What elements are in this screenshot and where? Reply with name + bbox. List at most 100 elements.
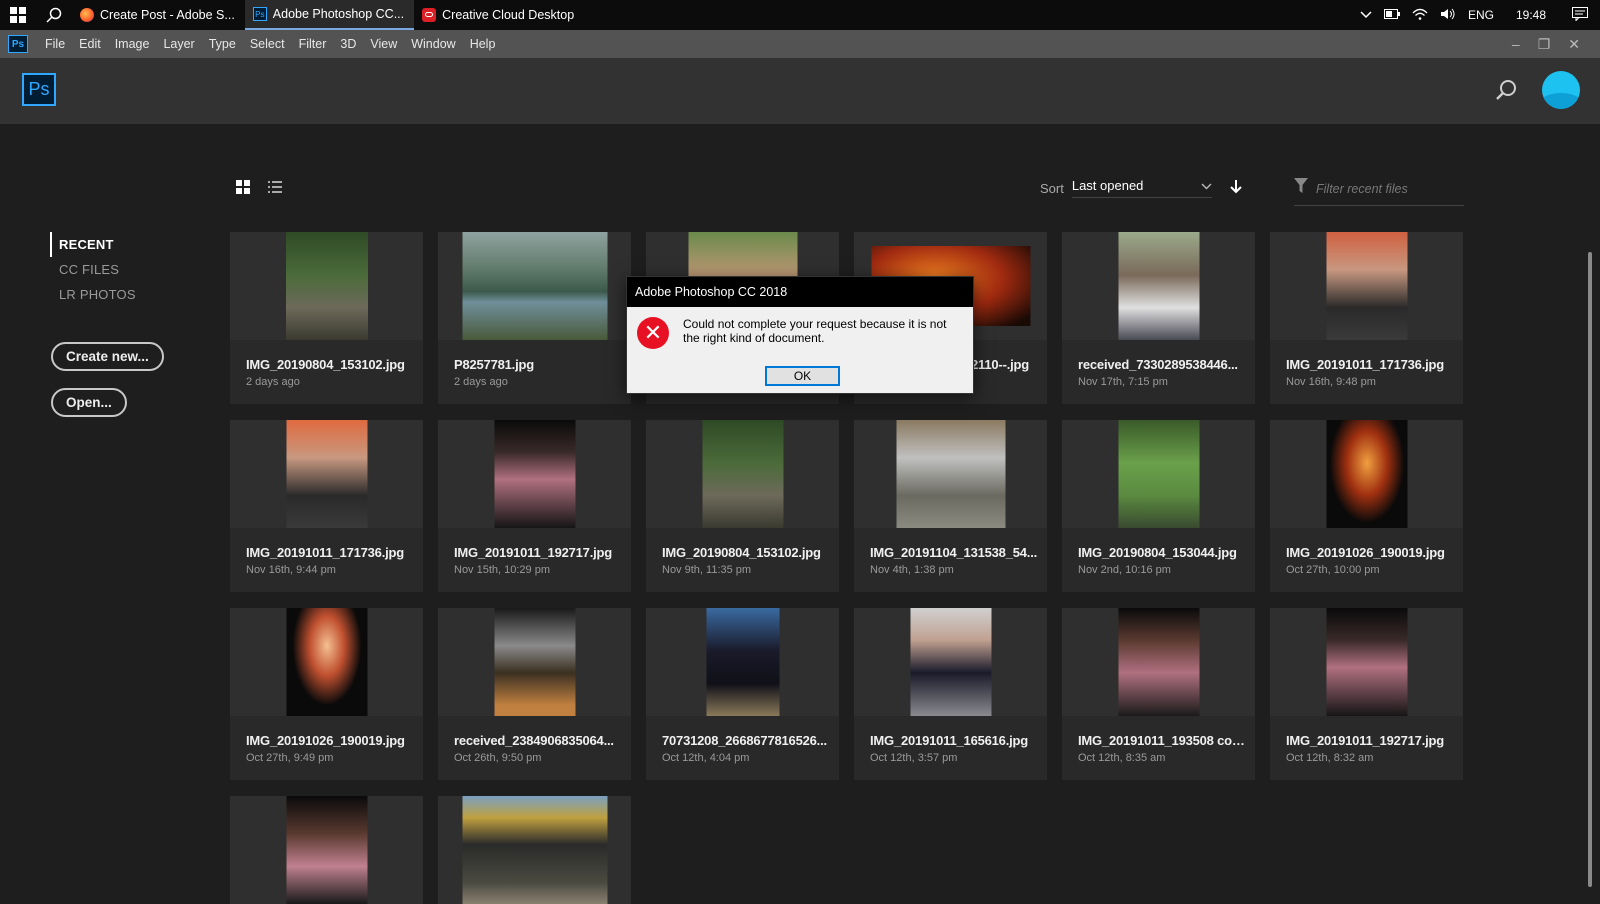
menu-view[interactable]: View — [363, 37, 404, 51]
filter-funnel-icon — [1294, 178, 1308, 199]
file-date: Oct 27th, 10:00 pm — [1286, 564, 1380, 576]
sort-label: Sort — [1040, 180, 1064, 196]
wifi-icon[interactable] — [1412, 8, 1428, 23]
dialog-title: Adobe Photoshop CC 2018 — [627, 277, 973, 307]
windows-start-icon[interactable] — [0, 0, 36, 30]
close-icon[interactable]: ✕ — [1568, 36, 1580, 53]
menu-3d[interactable]: 3D — [333, 37, 363, 51]
restore-icon[interactable]: ❐ — [1538, 36, 1551, 53]
taskbar-tab-label: Creative Cloud Desktop — [442, 8, 575, 22]
nav-lr-photos[interactable]: LR PHOTOS — [50, 282, 136, 307]
file-date: Nov 4th, 1:38 pm — [870, 564, 954, 576]
chevron-down-icon — [1201, 178, 1212, 193]
file-name: IMG_20190804_153044.jpg — [1078, 545, 1237, 560]
sort-control: Sort Last opened — [1040, 178, 1242, 198]
taskbar-tab-photoshop[interactable]: Ps Adobe Photoshop CC... — [244, 0, 415, 30]
view-toggle — [236, 180, 282, 199]
file-card[interactable]: IMG_20191104_131538_54... Nov 4th, 1:38 p… — [854, 420, 1047, 592]
file-date: Nov 2nd, 10:16 pm — [1078, 564, 1171, 576]
file-date: Nov 9th, 11:35 pm — [662, 564, 752, 576]
file-thumbnail — [230, 232, 423, 340]
file-date: Nov 17th, 7:15 pm — [1078, 376, 1168, 388]
file-date: Oct 12th, 8:35 am — [1078, 752, 1166, 764]
taskbar-search-icon[interactable] — [36, 0, 72, 30]
taskbar-tab-firefox[interactable]: Create Post - Adobe S... — [72, 0, 245, 30]
file-card[interactable]: IMG_20191011_165616.jpg Oct 12th, 3:57 pm — [854, 608, 1047, 780]
file-card[interactable]: received_7330289538446... Nov 17th, 7:15 … — [1062, 232, 1255, 404]
file-date: Oct 12th, 4:04 pm — [662, 752, 750, 764]
file-thumbnail — [1270, 232, 1463, 340]
file-card[interactable]: 70731208_2668677816526... Oct 12th, 4:04 … — [646, 608, 839, 780]
file-name: IMG_20190804_153102.jpg — [246, 357, 405, 372]
file-card[interactable]: IMG_20190804_153044.jpg Nov 2nd, 10:16 pm — [1062, 420, 1255, 592]
menu-select[interactable]: Select — [243, 37, 292, 51]
file-date: Oct 26th, 9:50 pm — [454, 752, 542, 764]
file-card[interactable]: IMG_20191011_171736.jpg Nov 16th, 9:48 pm — [1270, 232, 1463, 404]
file-thumbnail — [854, 608, 1047, 716]
error-dialog: Adobe Photoshop CC 2018 ✕ Could not comp… — [626, 276, 974, 394]
filter-recent-files — [1294, 178, 1464, 206]
battery-icon[interactable] — [1383, 8, 1400, 22]
scrollbar[interactable] — [1588, 252, 1592, 887]
file-date: Oct 12th, 8:32 am — [1286, 752, 1374, 764]
file-card[interactable]: IMG_20191011_192717.jpg Nov 15th, 10:29 p… — [438, 420, 631, 592]
file-card[interactable]: IMG_20191011_192717.jpg Oct 12th, 8:32 am — [1270, 608, 1463, 780]
file-card[interactable]: IMG_20191011_193508 cop... Oct 12th, 8:35… — [1062, 608, 1255, 780]
filter-input[interactable] — [1316, 181, 1456, 196]
create-new-button[interactable]: Create new... — [51, 342, 164, 371]
photoshop-logo: Ps — [22, 73, 56, 106]
grid-view-icon[interactable] — [236, 180, 250, 199]
nav-recent[interactable]: RECENT — [50, 232, 136, 257]
chevron-up-icon[interactable] — [1360, 8, 1372, 22]
file-card[interactable] — [230, 796, 423, 904]
file-thumbnail — [854, 420, 1047, 528]
file-thumbnail — [230, 420, 423, 528]
menu-layer[interactable]: Layer — [156, 37, 201, 51]
menu-window[interactable]: Window — [404, 37, 462, 51]
user-avatar[interactable] — [1542, 71, 1580, 109]
sort-direction-arrow-down-icon[interactable] — [1230, 179, 1242, 197]
menu-help[interactable]: Help — [463, 37, 503, 51]
clock[interactable]: 19:48 — [1516, 8, 1546, 22]
menu-type[interactable]: Type — [202, 37, 243, 51]
menu-image[interactable]: Image — [108, 37, 157, 51]
file-name: IMG_20191011_171736.jpg — [1286, 357, 1445, 372]
list-view-icon[interactable] — [268, 180, 282, 199]
ok-button[interactable]: OK — [765, 366, 840, 386]
file-thumbnail — [646, 608, 839, 716]
file-card[interactable]: IMG_20191026_190019.jpg Oct 27th, 9:49 pm — [230, 608, 423, 780]
taskbar-tab-creative-cloud[interactable]: Creative Cloud Desktop — [414, 0, 584, 30]
taskbar-tab-label: Adobe Photoshop CC... — [272, 7, 405, 21]
photoshop-app-icon[interactable]: Ps — [8, 35, 28, 53]
file-name: IMG_20191026_190019.jpg — [1286, 545, 1445, 560]
file-card[interactable] — [438, 796, 631, 904]
file-card[interactable]: IMG_20190804_153102.jpg Nov 9th, 11:35 pm — [646, 420, 839, 592]
menu-filter[interactable]: Filter — [292, 37, 334, 51]
nav-cc-files[interactable]: CC FILES — [50, 257, 136, 282]
file-date: Nov 16th, 9:44 pm — [246, 564, 336, 576]
file-card[interactable]: IMG_20191011_171736.jpg Nov 16th, 9:44 pm — [230, 420, 423, 592]
file-card[interactable]: received_2384906835064... Oct 26th, 9:50 … — [438, 608, 631, 780]
file-name: IMG_20191104_131538_54... — [870, 545, 1038, 560]
sort-value: Last opened — [1071, 178, 1144, 193]
language-indicator[interactable]: ENG — [1468, 8, 1494, 22]
menu-edit[interactable]: Edit — [72, 37, 108, 51]
search-icon[interactable] — [1494, 78, 1518, 102]
system-tray: ENG 19:48 — [1360, 6, 1600, 24]
file-date: Nov 16th, 9:48 pm — [1286, 376, 1376, 388]
open-button[interactable]: Open... — [51, 388, 127, 417]
menu-file[interactable]: File — [38, 37, 72, 51]
file-name: received_7330289538446... — [1078, 357, 1238, 372]
file-thumbnail — [1062, 608, 1255, 716]
file-name: P8257781.jpg — [454, 357, 534, 372]
file-card[interactable]: P8257781.jpg 2 days ago — [438, 232, 631, 404]
file-thumbnail — [646, 420, 839, 528]
file-name: IMG_20191026_190019.jpg — [246, 733, 405, 748]
file-card[interactable]: IMG_20190804_153102.jpg 2 days ago — [230, 232, 423, 404]
volume-icon[interactable] — [1440, 8, 1456, 23]
sort-dropdown[interactable]: Last opened — [1071, 178, 1212, 198]
file-thumbnail — [230, 796, 423, 904]
minimize-icon[interactable]: – — [1512, 36, 1520, 53]
notifications-icon[interactable] — [1572, 6, 1588, 24]
file-card[interactable]: IMG_20191026_190019.jpg Oct 27th, 10:00 p… — [1270, 420, 1463, 592]
